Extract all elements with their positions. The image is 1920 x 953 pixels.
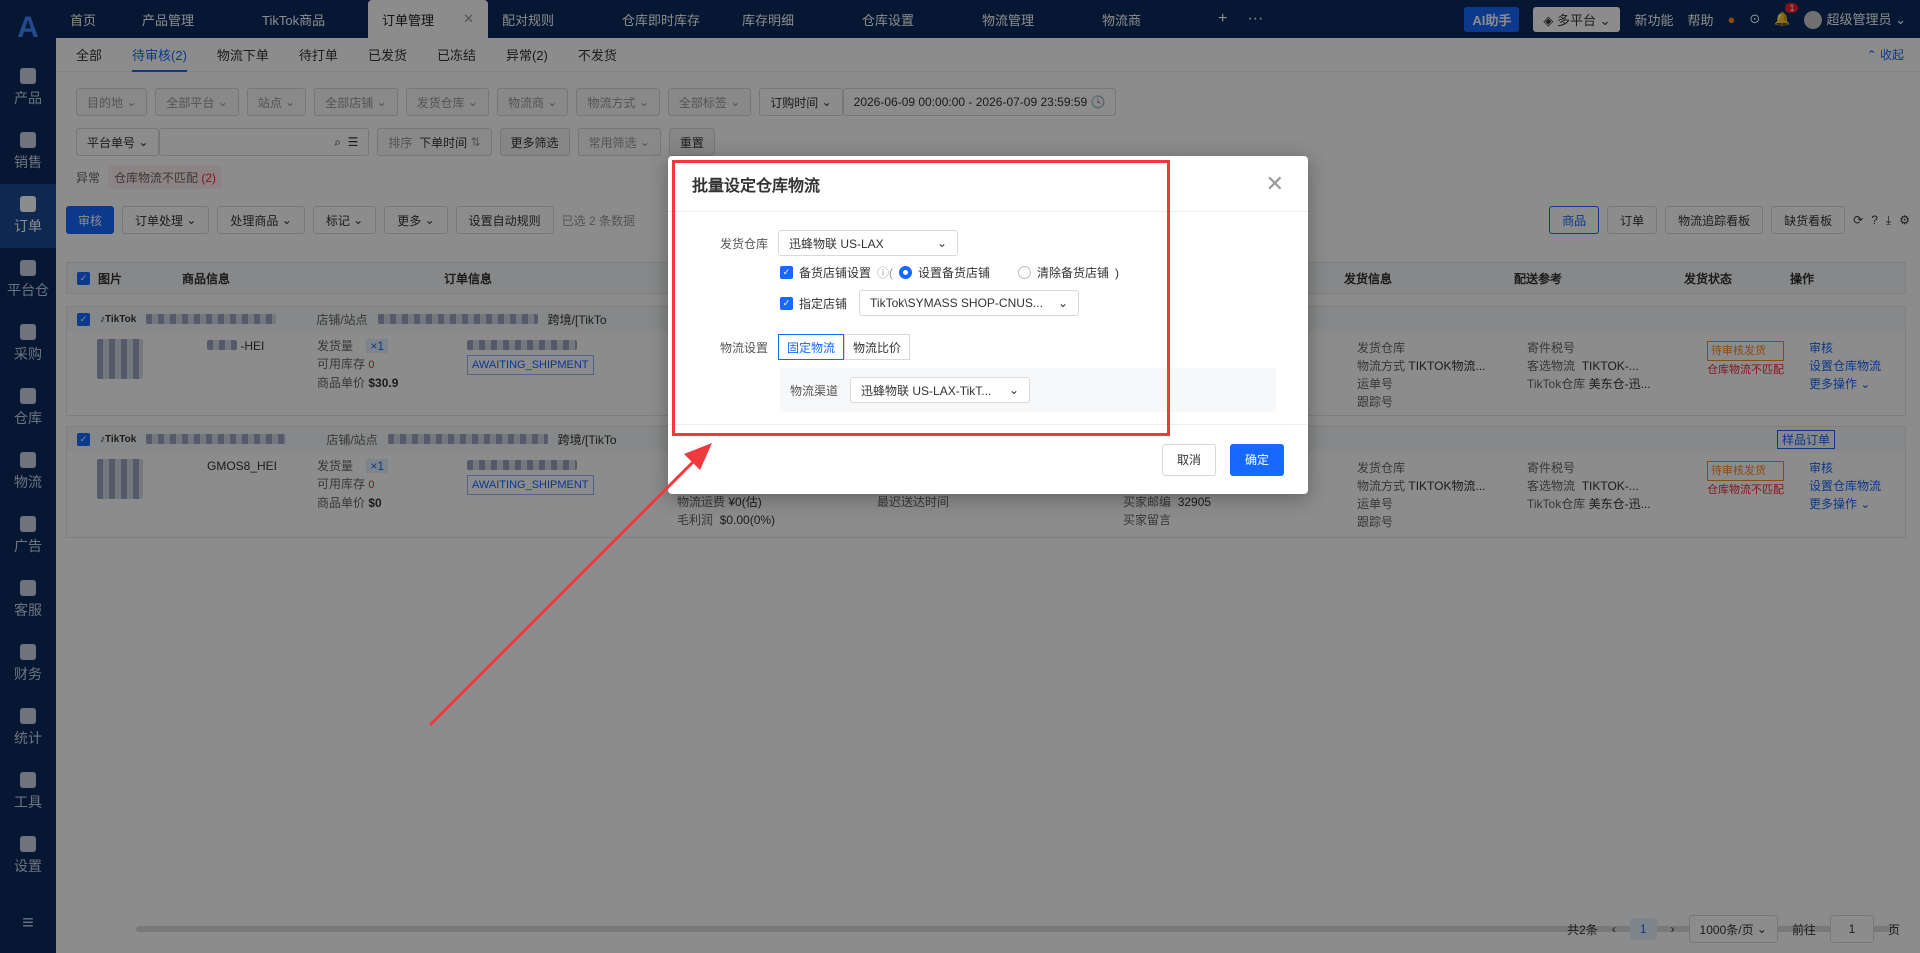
specify-store-label: 指定店铺	[799, 296, 848, 311]
store-select[interactable]: TikTok\SYMASS SHOP-CNUS... ⌄	[859, 290, 1080, 316]
logistics-channel-panel: 物流渠道 迅蜂物联 US-LAX-TikT... ⌄	[780, 368, 1276, 412]
confirm-button[interactable]: 确定	[1229, 443, 1284, 476]
logistics-setting-label: 物流设置	[719, 340, 768, 355]
channel-label: 物流渠道	[790, 383, 839, 398]
warehouse-select[interactable]: 迅蜂物联 US-LAX ⌄	[778, 230, 958, 256]
clear-backup-radio[interactable]	[1018, 266, 1032, 279]
close-icon[interactable]: ✕	[1266, 171, 1284, 197]
compare-logistics-tab[interactable]: 物流比价	[844, 334, 911, 360]
clear-backup-label: 清除备货店铺	[1037, 266, 1110, 280]
cancel-button[interactable]: 取消	[1161, 443, 1216, 476]
dialog-title: 批量设定仓库物流	[692, 177, 821, 195]
set-backup-radio[interactable]	[899, 266, 913, 279]
set-backup-label: 设置备货店铺	[918, 266, 991, 280]
backup-store-checkbox[interactable]: ✓	[780, 266, 793, 279]
info-icon: ⓘ(	[877, 266, 894, 280]
specify-store-checkbox[interactable]: ✓	[780, 296, 793, 310]
dialog-footer: 取消 确定	[668, 424, 1308, 494]
backup-store-label: 备货店铺设置	[799, 266, 872, 280]
warehouse-label: 发货仓库	[719, 236, 768, 251]
batch-warehouse-logistics-dialog: 批量设定仓库物流 ✕ 发货仓库 迅蜂物联 US-LAX ⌄ ✓ 备货店铺设置 ⓘ(…	[668, 156, 1308, 494]
logistics-mode-toggle: 固定物流 物流比价	[778, 334, 911, 360]
fixed-logistics-tab[interactable]: 固定物流	[778, 334, 845, 360]
channel-select[interactable]: 迅蜂物联 US-LAX-TikT... ⌄	[850, 377, 1031, 403]
dialog-header: 批量设定仓库物流 ✕	[668, 156, 1308, 212]
